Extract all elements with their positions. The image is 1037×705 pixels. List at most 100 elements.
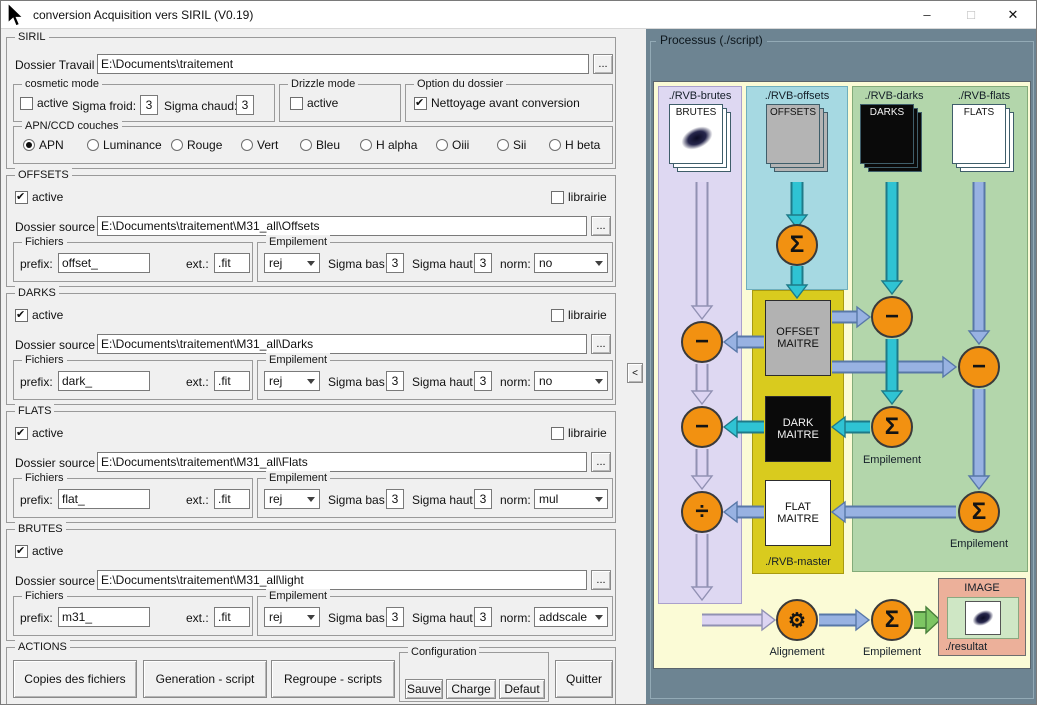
darks-rej-select[interactable]: rej: [264, 371, 320, 391]
galaxy-image: [967, 604, 1000, 632]
chevron-down-icon: [595, 261, 603, 266]
radio-icon: [300, 139, 312, 151]
darks-prefix-input[interactable]: [58, 371, 150, 391]
flats-prefix-input[interactable]: [58, 489, 150, 509]
flats-sigma-haut-input[interactable]: [474, 489, 492, 509]
flats-rej-select[interactable]: rej: [264, 489, 320, 509]
regroupe-scripts-button[interactable]: Regroupe - scripts: [271, 660, 395, 698]
minimize-button[interactable]: –: [910, 1, 944, 29]
brutes-stack: BRUTES: [669, 104, 735, 176]
offsets-source-input[interactable]: [97, 216, 587, 236]
offsets-active-checkbox[interactable]: active: [15, 190, 63, 204]
radio-vert[interactable]: Vert: [241, 138, 278, 152]
fichiers-title: Fichiers: [22, 353, 67, 367]
copies-fichiers-button[interactable]: Copies des fichiers: [13, 660, 137, 698]
radio-apn[interactable]: APN: [23, 138, 64, 152]
flats-norm-select[interactable]: mul: [534, 489, 608, 509]
checkbox-icon: [15, 191, 28, 204]
radio-luminance[interactable]: Luminance: [87, 138, 162, 152]
flats-source-input[interactable]: [97, 452, 587, 472]
flats-ext-input[interactable]: [214, 489, 250, 509]
quitter-button[interactable]: Quitter: [555, 660, 613, 698]
siril-group-title: SIRIL: [15, 30, 49, 44]
darks-norm-select[interactable]: no: [534, 371, 608, 391]
close-button[interactable]: ✕: [996, 1, 1030, 29]
flats-active-checkbox[interactable]: active: [15, 426, 63, 440]
sauve-button[interactable]: Sauve: [405, 679, 443, 699]
brutes-rej-select[interactable]: rej: [264, 607, 320, 627]
minus-dark-brutes-icon: −: [681, 406, 723, 448]
brutes-ext-input[interactable]: [214, 607, 250, 627]
chevron-down-icon: [307, 615, 315, 620]
option-dossier-title: Option du dossier: [414, 77, 506, 91]
processus-panel: Processus (./script) ./RVB-brutes ./RVB-…: [646, 29, 1037, 705]
offsets-librairie-checkbox[interactable]: librairie: [551, 190, 607, 204]
radio-rouge[interactable]: Rouge: [171, 138, 222, 152]
flats-browse-button[interactable]: ...: [591, 452, 611, 472]
configuration-group: Configuration Sauve Charge Defaut: [399, 652, 549, 702]
sigma-haut-label: Sigma haut: [412, 611, 473, 625]
brutes-sigma-bas-input[interactable]: [386, 607, 404, 627]
resultat-label: ./resultat: [945, 641, 1005, 653]
flats-sigma-bas-input[interactable]: [386, 489, 404, 509]
resultat-preview-panel: [947, 597, 1019, 639]
prefix-label: prefix:: [20, 611, 53, 625]
darks-source-input[interactable]: [97, 334, 587, 354]
brutes-active-checkbox[interactable]: active: [15, 544, 63, 558]
radio-icon: [23, 139, 35, 151]
dossier-travail-browse-button[interactable]: ...: [593, 54, 613, 74]
brutes-norm-select[interactable]: addscale: [534, 607, 608, 627]
darks-active-checkbox[interactable]: active: [15, 308, 63, 322]
charge-button[interactable]: Charge: [446, 679, 496, 699]
generation-script-button[interactable]: Generation - script: [143, 660, 267, 698]
brutes-sigma-haut-input[interactable]: [474, 607, 492, 627]
offsets-norm-select[interactable]: no: [534, 253, 608, 273]
resultat-box: IMAGE ./resultat: [938, 578, 1026, 656]
minus-offset-flats-icon: −: [958, 346, 1000, 388]
resultat-image-card: [965, 601, 1001, 635]
brutes-prefix-input[interactable]: [58, 607, 150, 627]
radio-h-alpha[interactable]: H alpha: [360, 138, 417, 152]
minus-offset-darks-icon: −: [871, 296, 913, 338]
cosmetic-active-checkbox[interactable]: active: [20, 96, 68, 110]
brutes-empilement-group: Empilement rej Sigma bas Sigma haut norm…: [257, 596, 613, 636]
checkbox-icon: [551, 191, 564, 204]
offsets-rej-select[interactable]: rej: [264, 253, 320, 273]
offsets-sigma-haut-input[interactable]: [474, 253, 492, 273]
radio-sii[interactable]: Sii: [497, 138, 526, 152]
radio-oiii[interactable]: Oiii: [436, 138, 469, 152]
darks-librairie-checkbox[interactable]: librairie: [551, 308, 607, 322]
minus-offset-brutes-icon: −: [681, 321, 723, 363]
rvb-darks-label: ./RVB-darks: [852, 90, 936, 102]
brutes-source-input[interactable]: [97, 570, 587, 590]
sigma-chaud-input[interactable]: [236, 95, 254, 115]
norm-label: norm:: [500, 375, 531, 389]
radio-h-beta[interactable]: H beta: [549, 138, 600, 152]
offsets-browse-button[interactable]: ...: [591, 216, 611, 236]
nettoyage-checkbox[interactable]: Nettoyage avant conversion: [414, 96, 580, 110]
galaxy-image: [672, 117, 721, 158]
defaut-button[interactable]: Defaut: [499, 679, 545, 699]
cosmetic-mode-title: cosmetic mode: [22, 77, 102, 91]
radio-bleu[interactable]: Bleu: [300, 138, 340, 152]
darks-source-label: Dossier source :: [15, 338, 102, 352]
dossier-travail-input[interactable]: [97, 54, 589, 74]
collapse-panel-button[interactable]: <: [627, 363, 643, 383]
offsets-ext-input[interactable]: [214, 253, 250, 273]
offsets-sigma-bas-input[interactable]: [386, 253, 404, 273]
darks-ext-input[interactable]: [214, 371, 250, 391]
darks-sigma-bas-input[interactable]: [386, 371, 404, 391]
brutes-browse-button[interactable]: ...: [591, 570, 611, 590]
actions-group: ACTIONS Copies des fichiers Generation -…: [6, 647, 616, 705]
offsets-prefix-input[interactable]: [58, 253, 150, 273]
darks-sigma-haut-input[interactable]: [474, 371, 492, 391]
sigma-froid-input[interactable]: [140, 95, 158, 115]
maximize-button[interactable]: □: [954, 1, 988, 29]
drizzle-active-checkbox[interactable]: active: [290, 96, 338, 110]
rvb-brutes-label: ./RVB-brutes: [658, 90, 742, 102]
radio-icon: [436, 139, 448, 151]
sigma-froid-label: Sigma froid:: [72, 99, 136, 113]
offsets-stack-label: OFFSETS: [767, 107, 819, 118]
darks-browse-button[interactable]: ...: [591, 334, 611, 354]
flats-librairie-checkbox[interactable]: librairie: [551, 426, 607, 440]
